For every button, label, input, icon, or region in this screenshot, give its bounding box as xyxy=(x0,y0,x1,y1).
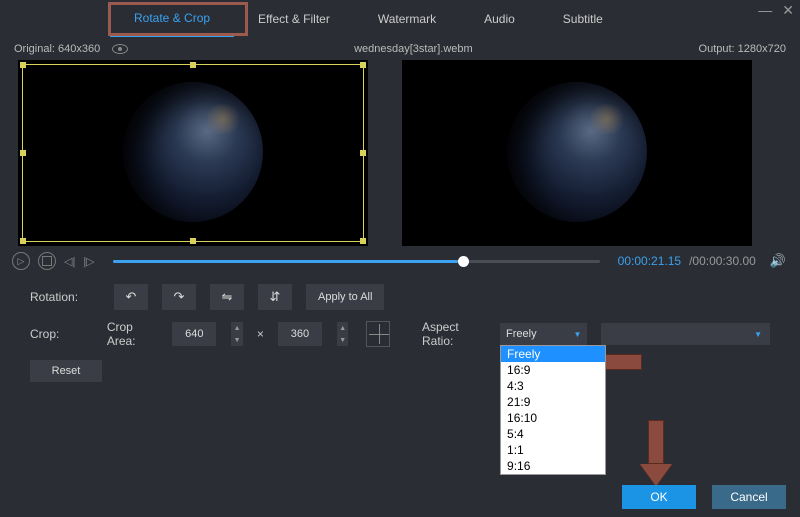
eye-icon[interactable] xyxy=(112,44,128,54)
filename-label: wednesday[3star].webm xyxy=(354,43,473,55)
apply-all-button[interactable]: Apply to All xyxy=(306,284,384,310)
output-preview xyxy=(402,60,752,246)
center-crop-icon[interactable] xyxy=(366,321,390,347)
crop-handle[interactable] xyxy=(360,238,366,244)
original-size-label: Original: 640x360 xyxy=(14,43,100,55)
aspect-ratio-options: Freely 16:9 4:3 21:9 16:10 5:4 1:1 9:16 xyxy=(500,345,606,475)
tab-rotate-crop[interactable]: Rotate & Crop xyxy=(110,1,234,37)
tab-watermark[interactable]: Watermark xyxy=(354,2,460,36)
progress-thumb[interactable] xyxy=(458,256,469,267)
chevron-down-icon: ▼ xyxy=(754,330,762,339)
play-icon[interactable]: ▷ xyxy=(12,252,30,270)
aspect-option[interactable]: Freely xyxy=(501,346,605,362)
volume-icon[interactable]: 🔊 xyxy=(770,253,786,269)
aspect-option[interactable]: 9:16 xyxy=(501,458,605,474)
flip-vertical-button[interactable]: ⇵ xyxy=(258,284,292,310)
cancel-button[interactable]: Cancel xyxy=(712,485,786,509)
height-stepper[interactable]: ▲▼ xyxy=(336,322,349,346)
preview-image xyxy=(507,82,647,222)
tab-audio[interactable]: Audio xyxy=(460,2,539,36)
crop-handle[interactable] xyxy=(20,62,26,68)
footer-buttons: OK Cancel xyxy=(622,485,786,509)
crop-height-input[interactable] xyxy=(278,322,322,346)
next-frame-icon[interactable]: |▷ xyxy=(83,255,94,268)
crop-sep: × xyxy=(257,327,264,341)
crop-selection[interactable] xyxy=(22,64,364,242)
info-bar: Original: 640x360 wednesday[3star].webm … xyxy=(0,38,800,60)
crop-row: Crop: Crop Area: ▲▼ × ▲▼ Aspect Ratio: F… xyxy=(0,318,800,356)
flip-horizontal-button[interactable]: ⇋ xyxy=(210,284,244,310)
secondary-dropdown[interactable]: ▼ xyxy=(601,323,770,345)
tab-subtitle[interactable]: Subtitle xyxy=(539,2,627,36)
aspect-ratio-dropdown[interactable]: Freely ▼ Freely 16:9 4:3 21:9 16:10 5:4 … xyxy=(500,323,587,345)
tab-effect-filter[interactable]: Effect & Filter xyxy=(234,2,354,36)
playback-controls: ▷ ◁| |▷ 00:00:21.15/00:00:30.00 🔊 xyxy=(0,246,800,276)
width-stepper[interactable]: ▲▼ xyxy=(230,322,243,346)
aspect-option[interactable]: 1:1 xyxy=(501,442,605,458)
progress-fill xyxy=(113,260,459,263)
time-current: 00:00:21.15 xyxy=(618,254,681,268)
rotation-label: Rotation: xyxy=(30,290,100,304)
source-preview[interactable] xyxy=(18,60,368,246)
aspect-option[interactable]: 16:9 xyxy=(501,362,605,378)
crop-handle[interactable] xyxy=(20,238,26,244)
progress-slider[interactable] xyxy=(113,260,600,263)
stop-icon[interactable] xyxy=(38,252,56,270)
rotate-right-button[interactable]: ↷ xyxy=(162,284,196,310)
crop-handle[interactable] xyxy=(190,238,196,244)
reset-button[interactable]: Reset xyxy=(30,360,102,382)
minimize-icon[interactable]: — xyxy=(758,2,772,19)
aspect-option[interactable]: 16:10 xyxy=(501,410,605,426)
output-size-label: Output: 1280x720 xyxy=(699,43,786,55)
annotation-arrow-ok xyxy=(640,420,672,486)
tab-bar: Rotate & Crop Effect & Filter Watermark … xyxy=(0,0,800,38)
aspect-ratio-value: Freely xyxy=(506,328,537,340)
time-total: /00:00:30.00 xyxy=(689,254,756,268)
rotation-row: Rotation: ↶ ↷ ⇋ ⇵ Apply to All xyxy=(0,276,800,318)
crop-handle[interactable] xyxy=(360,62,366,68)
close-icon[interactable]: ✕ xyxy=(782,2,794,19)
ok-button[interactable]: OK xyxy=(622,485,696,509)
crop-area-label: Crop Area: xyxy=(107,320,158,348)
rotate-left-button[interactable]: ↶ xyxy=(114,284,148,310)
crop-handle[interactable] xyxy=(190,62,196,68)
chevron-down-icon: ▼ xyxy=(574,330,582,339)
crop-handle[interactable] xyxy=(360,150,366,156)
crop-handle[interactable] xyxy=(20,150,26,156)
prev-frame-icon[interactable]: ◁| xyxy=(64,255,75,268)
aspect-ratio-label: Aspect Ratio: xyxy=(422,320,486,348)
aspect-option[interactable]: 5:4 xyxy=(501,426,605,442)
crop-width-input[interactable] xyxy=(172,322,216,346)
aspect-option[interactable]: 21:9 xyxy=(501,394,605,410)
aspect-option[interactable]: 4:3 xyxy=(501,378,605,394)
crop-label: Crop: xyxy=(30,327,93,341)
